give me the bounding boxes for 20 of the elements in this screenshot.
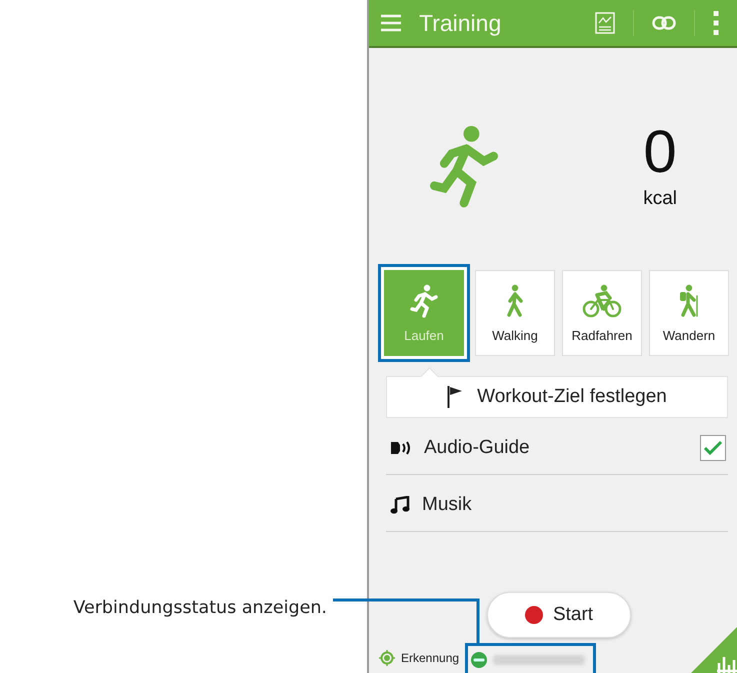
callout-text: Verbindungsstatus anzeigen. [73,598,327,618]
runner-icon [410,284,438,318]
activity-tile[interactable]: Walking [475,270,555,356]
audio-icon [390,440,412,456]
music-note-icon [390,496,410,514]
runner-icon [429,124,499,208]
cyclist-icon [582,284,622,318]
option-label: Audio-Guide [424,437,531,459]
calorie-unit: kcal [643,188,677,210]
target-icon [379,650,395,666]
start-button[interactable]: Start [487,592,631,638]
activity-tile[interactable]: Radfahren [562,270,642,356]
statistics-corner-icon[interactable] [691,627,737,673]
detection-label: Erkennung [401,651,460,665]
checkbox[interactable] [700,435,726,461]
flag-icon [447,386,464,408]
calorie-value: 0 [643,122,677,182]
option-label: Musik [422,494,473,516]
activity-tile[interactable]: Wandern [649,270,729,356]
app-title: Training [419,10,502,36]
